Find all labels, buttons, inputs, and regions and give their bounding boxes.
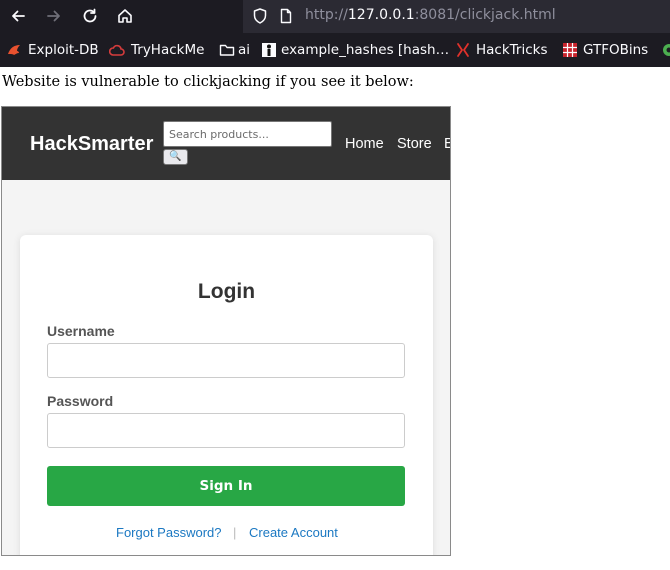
home-button[interactable]: [112, 4, 138, 28]
hashcat-icon: [262, 43, 276, 57]
login-title: Login: [197, 280, 256, 303]
search-button[interactable]: 🔍: [163, 149, 188, 165]
link-separator: |: [233, 525, 237, 540]
bookmark-gtfobins[interactable]: GTFOBins: [562, 41, 648, 59]
forward-arrow-icon: [47, 10, 60, 22]
tryhackme-icon: [109, 44, 125, 56]
bookmark-label: GTFOBins: [583, 42, 649, 58]
embedded-iframe[interactable]: HackSmarter 🔍 Home Store B Login Usernam…: [1, 106, 451, 556]
search-icon: 🔍: [169, 151, 182, 162]
browser-toolbar: http://127.0.0.1:8081/clickjack.html: [0, 0, 670, 33]
forgot-password-link[interactable]: Forgot Password?: [116, 525, 222, 540]
reload-icon: [83, 8, 97, 23]
bookmark-example-hashes[interactable]: example_hashes [hash…: [261, 41, 449, 59]
url-path: :8081/clickjack.html: [414, 7, 556, 23]
url-host: 127.0.0.1: [347, 7, 415, 23]
back-arrow-icon: [12, 10, 25, 22]
bookmark-tryhackme[interactable]: TryHackMe: [109, 41, 204, 59]
hacktricks-icon: [457, 43, 469, 57]
gtfobins-icon: [563, 43, 577, 57]
bookmarks-bar: Exploit-DB TryHackMe ai example_hashes […: [0, 33, 670, 67]
bookmark-label: example_hashes [hash…: [281, 42, 450, 58]
nav-item-cut-off[interactable]: B: [444, 136, 450, 152]
page-info-icon[interactable]: [277, 7, 295, 25]
back-button[interactable]: [5, 4, 31, 28]
page-heading: Website is vulnerable to clickjacking if…: [2, 74, 414, 90]
site-brand[interactable]: HackSmarter: [30, 133, 153, 156]
forward-button[interactable]: [41, 4, 67, 28]
folder-icon: [219, 44, 235, 56]
exploitdb-icon: [8, 45, 20, 55]
username-input[interactable]: [47, 343, 405, 378]
url-text[interactable]: http://127.0.0.1:8081/clickjack.html: [305, 7, 556, 23]
username-label: Username: [47, 323, 115, 339]
bookmark-exploit-db[interactable]: Exploit-DB: [6, 41, 99, 59]
home-icon: [118, 9, 132, 23]
create-account-link[interactable]: Create Account: [249, 525, 338, 540]
login-card: Login Username Password Sign In Forgot P…: [20, 235, 433, 555]
nav-home[interactable]: Home: [345, 136, 384, 152]
url-prefix: http://: [305, 7, 348, 23]
site-header: HackSmarter 🔍 Home Store B: [2, 107, 450, 180]
bookmark-label: TryHackMe: [131, 42, 205, 58]
bookmark-label: Exploit-DB: [28, 42, 99, 58]
bookmark-hacktricks[interactable]: HackTricks: [455, 41, 548, 59]
sign-in-button[interactable]: Sign In: [47, 466, 405, 506]
url-bar[interactable]: http://127.0.0.1:8081/clickjack.html: [243, 0, 670, 33]
password-label: Password: [47, 393, 114, 409]
bookmark-ai[interactable]: ai: [219, 41, 250, 59]
shield-icon[interactable]: [251, 7, 269, 25]
password-input[interactable]: [47, 413, 405, 448]
nav-store[interactable]: Store: [397, 136, 432, 152]
bookmark-label: ai: [238, 42, 251, 58]
bookmark-label: HackTricks: [476, 42, 548, 58]
bookmark-overflow-icon[interactable]: [661, 42, 670, 58]
reload-button[interactable]: [77, 4, 103, 28]
search-input[interactable]: [163, 121, 332, 147]
